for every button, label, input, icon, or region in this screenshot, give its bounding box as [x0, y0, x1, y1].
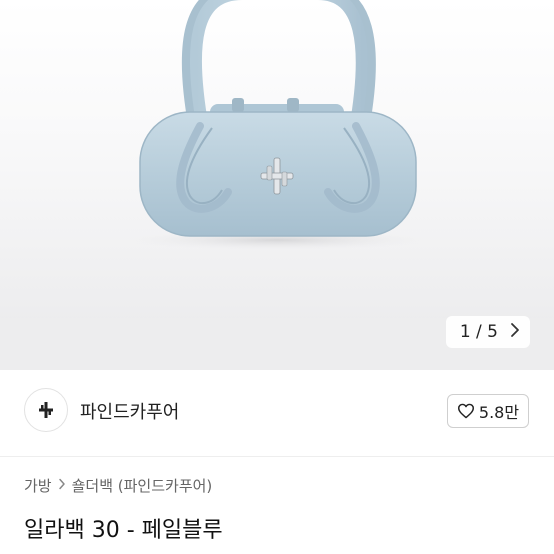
shop-name[interactable]: 파인드카푸어 [80, 398, 179, 424]
product-image-carousel[interactable]: 1 / 5 [0, 0, 554, 370]
like-count: 5.8만 [478, 403, 520, 422]
breadcrumb-item-category[interactable]: 가방 [24, 475, 52, 496]
product-title: 일라백 30 - 페일블루 [24, 518, 223, 543]
like-button[interactable]: 5.8만 [447, 394, 529, 428]
breadcrumb: 가방 숄더백 (파인드카푸어) [24, 475, 212, 496]
image-page-counter[interactable]: 1 / 5 [445, 316, 530, 348]
breadcrumb-item-subcategory[interactable]: 숄더백 (파인드카푸어) [72, 475, 213, 496]
heart-outline-icon [457, 403, 474, 419]
shop-info-row: 파인드카푸어 5.8만 [0, 384, 554, 440]
image-counter-text: 1 / 5 [459, 322, 498, 342]
brand-logo-icon [39, 402, 53, 418]
section-divider [0, 456, 554, 457]
shop-logo-avatar[interactable] [24, 388, 68, 432]
chevron-right-icon [58, 478, 66, 494]
product-bag-image [127, 0, 427, 250]
chevron-right-icon[interactable] [510, 322, 520, 343]
